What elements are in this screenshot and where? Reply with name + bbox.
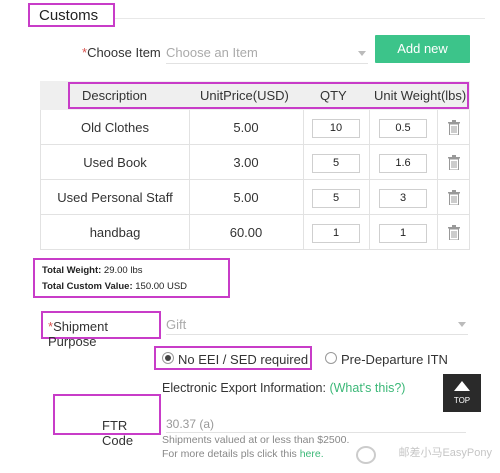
table-row: Used Personal Staff 5.00 5 3 [40, 180, 470, 215]
choose-item-label: *Choose Item [82, 45, 161, 60]
ftr-note-line1: Shipments valued at or less than $2500. [162, 434, 350, 446]
chevron-down-icon [458, 322, 466, 327]
shipment-purpose-label-box: *Shipment Purpose [41, 311, 161, 349]
unit-weight-input[interactable]: 3 [379, 189, 427, 208]
no-eei-label[interactable]: No EEI / SED required [178, 352, 308, 367]
details-here-link[interactable]: here. [300, 448, 324, 460]
header-unit-price: UnitPrice(USD) [200, 88, 289, 103]
customs-section-title: Customs [28, 3, 115, 27]
qty-input[interactable]: 1 [312, 224, 360, 243]
qty-input[interactable]: 5 [312, 189, 360, 208]
qty-input[interactable]: 10 [312, 119, 360, 138]
unit-weight-input[interactable]: 1 [379, 224, 427, 243]
cell-description: Old Clothes [81, 120, 149, 135]
unit-weight-input[interactable]: 0.5 [379, 119, 427, 138]
shipment-purpose-label: *Shipment Purpose [48, 319, 108, 349]
watermark-text: 邮差小马EasyPony [398, 447, 492, 459]
shipment-purpose-select[interactable]: Gift [166, 313, 468, 335]
total-weight: Total Weight: 29.00 lbs [42, 265, 143, 276]
ftr-code-label: FTR Code [102, 418, 134, 448]
wechat-watermark-icon [356, 446, 376, 464]
add-new-button[interactable]: Add new [375, 35, 470, 63]
cell-unit-price: 3.00 [233, 155, 259, 170]
unit-weight-input[interactable]: 1.6 [379, 154, 427, 173]
trash-icon[interactable] [448, 225, 460, 240]
arrow-up-icon [454, 381, 470, 391]
table-row: handbag 60.00 1 1 [40, 215, 470, 250]
pre-departure-itn-label[interactable]: Pre-Departure ITN [341, 352, 448, 367]
cell-unit-price: 5.00 [233, 190, 259, 205]
cell-description: handbag [89, 225, 141, 240]
chevron-down-icon [358, 51, 366, 56]
choose-item-placeholder: Choose an Item [166, 45, 258, 60]
cell-unit-price: 5.00 [233, 120, 259, 135]
whats-this-link[interactable]: (What's this?) [329, 381, 405, 395]
eei-info: Electronic Export Information: (What's t… [162, 381, 406, 395]
qty-input[interactable]: 5 [312, 154, 360, 173]
table-header: Description UnitPrice(USD) QTY Unit Weig… [40, 81, 470, 110]
ftr-code-underline [166, 432, 466, 433]
ftr-note-line2: For more details pls click this here. [162, 448, 324, 460]
title-divider [115, 18, 485, 19]
cell-description: Used Personal Staff [57, 190, 173, 205]
choose-item-select[interactable]: Choose an Item [166, 42, 368, 64]
pre-departure-itn-radio[interactable] [325, 352, 337, 364]
total-custom-value: Total Custom Value: 150.00 USD [42, 281, 188, 292]
ftr-code-input[interactable]: 30.37 (a) [166, 417, 214, 431]
customs-title-text: Customs [39, 7, 99, 24]
shipment-purpose-value: Gift [166, 317, 187, 332]
trash-icon[interactable] [448, 190, 460, 205]
header-unit-weight: Unit Weight(lbs) [374, 88, 467, 103]
no-eei-radio[interactable] [162, 352, 174, 364]
cell-unit-price: 60.00 [229, 225, 263, 240]
header-qty: QTY [320, 88, 347, 103]
back-to-top-button[interactable]: TOP [443, 374, 481, 412]
totals-box: Total Weight: 29.00 lbs Total Custom Val… [33, 258, 230, 298]
table-row: Old Clothes 5.00 10 0.5 [40, 110, 470, 145]
trash-icon[interactable] [448, 155, 460, 170]
trash-icon[interactable] [448, 120, 460, 135]
ftr-code-label-box: FTR Code [53, 394, 161, 448]
header-description: Description [82, 88, 148, 103]
cell-description: Used Book [83, 155, 147, 170]
table-row: Used Book 3.00 5 1.6 [40, 145, 470, 180]
